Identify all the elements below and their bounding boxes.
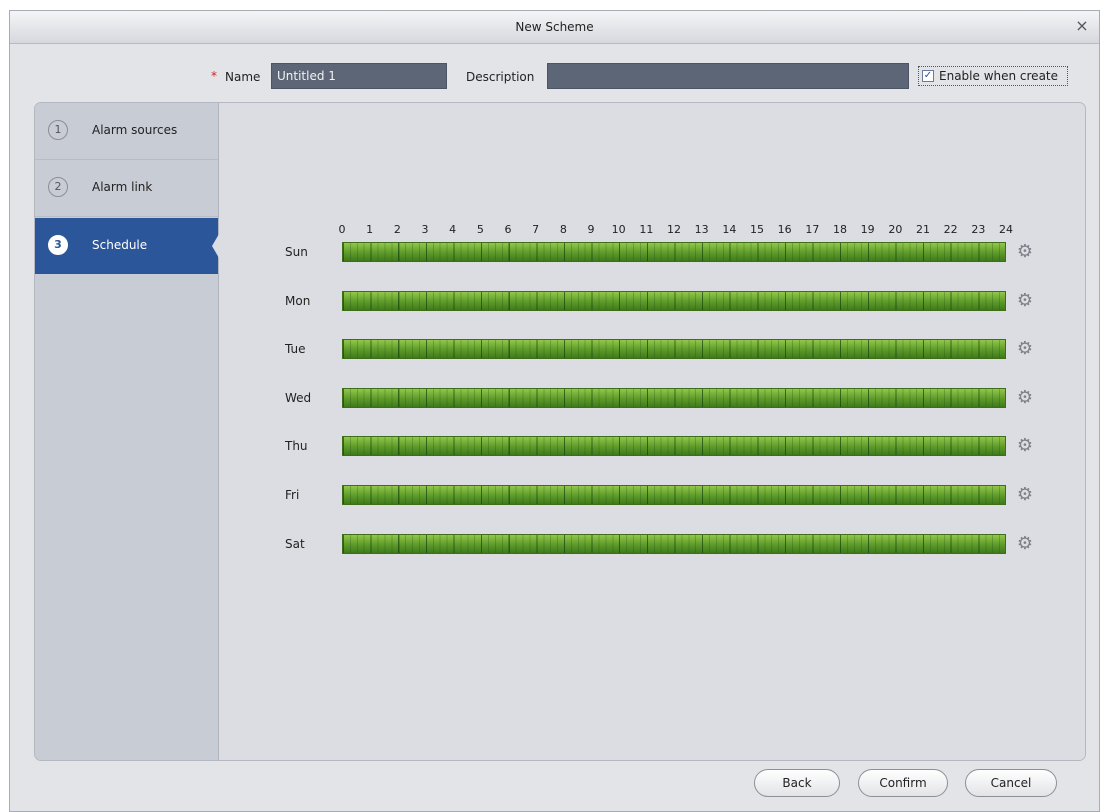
hour-label: 13 [694,223,709,236]
description-label: Description [466,70,535,84]
name-label: Name [225,70,261,84]
step-number-3: 3 [48,235,68,255]
day-label: Tue [285,342,306,356]
schedule-content: 0 1 2 3 4 5 6 7 8 9 10 11 12 13 14 15 16 17 18 19 20 21 22 23 24… [219,103,1085,760]
step-alarm-link[interactable]: 2 Alarm link [35,160,218,217]
day-row-thu: Thu ⚙ [219,436,1085,456]
day-row-sat: Sat ⚙ [219,534,1085,554]
schedule-timeline-bar[interactable] [342,485,1006,505]
schedule-timeline-bar[interactable] [342,291,1006,311]
wizard-steps-sidebar: 1 Alarm sources 2 Alarm link 3 Schedule [35,103,219,760]
close-icon[interactable]: × [1073,17,1091,35]
day-row-sun: Sun ⚙ [219,242,1085,262]
day-label: Sun [285,245,308,259]
day-label: Thu [285,439,308,453]
hour-label: 12 [667,223,681,236]
back-button[interactable]: Back [754,769,840,797]
step-alarm-sources[interactable]: 1 Alarm sources [35,103,218,160]
hour-label: 1 [366,223,374,236]
hour-label: 4 [449,223,457,236]
gear-icon[interactable]: ⚙ [1016,389,1034,407]
day-label: Fri [285,488,300,502]
hour-label: 10 [611,223,626,236]
hour-label: 23 [971,223,986,236]
day-row-mon: Mon ⚙ [219,291,1085,311]
enable-when-create-label: Enable when create [939,69,1059,83]
gear-icon[interactable]: ⚙ [1016,243,1034,261]
step-label: Alarm link [92,180,153,194]
hour-label: 0 [338,223,346,236]
schedule-timeline-bar[interactable] [342,339,1006,359]
gear-icon[interactable]: ⚙ [1016,535,1034,553]
step-label: Schedule [92,238,148,252]
hour-label: 24 [999,223,1013,236]
hour-label: 9 [587,223,595,236]
hour-label: 17 [805,223,820,236]
hour-label: 3 [421,223,429,236]
cancel-button[interactable]: Cancel [965,769,1057,797]
gear-icon[interactable]: ⚙ [1016,437,1034,455]
gear-icon[interactable]: ⚙ [1016,292,1034,310]
active-step-pointer [212,234,219,258]
hour-label: 2 [393,223,401,236]
schedule-timeline-bar[interactable] [342,534,1006,554]
step-number-1: 1 [48,120,68,140]
hour-label: 19 [860,223,875,236]
day-row-fri: Fri ⚙ [219,485,1085,505]
hour-label: 14 [722,223,737,236]
confirm-button[interactable]: Confirm [858,769,948,797]
dialog-title: New Scheme [515,20,594,34]
day-label: Mon [285,294,311,308]
day-label: Sat [285,537,305,551]
day-row-tue: Tue ⚙ [219,339,1085,359]
name-input[interactable] [271,63,447,89]
step-label: Alarm sources [92,123,178,137]
gear-icon[interactable]: ⚙ [1016,486,1034,504]
required-marker: * [211,69,217,83]
title-bar: New Scheme × [10,11,1099,44]
hour-label: 15 [750,223,764,236]
hour-label: 8 [559,223,567,236]
hour-label: 11 [639,223,654,236]
hour-label: 16 [777,223,792,236]
schedule-timeline-bar[interactable] [342,388,1006,408]
hour-label: 20 [888,223,903,236]
step-schedule[interactable]: 3 Schedule [35,218,219,274]
new-scheme-dialog: New Scheme × * Name Description ✓ Enable… [9,10,1100,812]
hour-label: 6 [504,223,512,236]
hour-label: 7 [532,223,540,236]
wizard-panel: 1 Alarm sources 2 Alarm link 3 Schedule … [34,102,1086,761]
hour-label: 5 [476,223,484,236]
hour-label: 22 [943,223,958,236]
day-label: Wed [285,391,312,405]
gear-icon[interactable]: ⚙ [1016,340,1034,358]
hour-axis: 0 1 2 3 4 5 6 7 8 9 10 11 12 13 14 15 16 17 18 19 20 21 22 23 24 [219,223,1085,237]
schedule-timeline-bar[interactable] [342,436,1006,456]
hour-label: 21 [916,223,930,236]
description-input[interactable] [547,63,909,89]
schedule-timeline-bar[interactable] [342,242,1006,262]
enable-when-create-checkbox[interactable]: ✓ Enable when create [918,66,1068,86]
day-row-wed: Wed ⚙ [219,388,1085,408]
checkbox-check-icon[interactable]: ✓ [922,70,934,82]
scheme-form-row: * Name Description ✓ Enable when create [10,63,1099,89]
hour-label: 18 [833,223,847,236]
step-number-2: 2 [48,177,68,197]
